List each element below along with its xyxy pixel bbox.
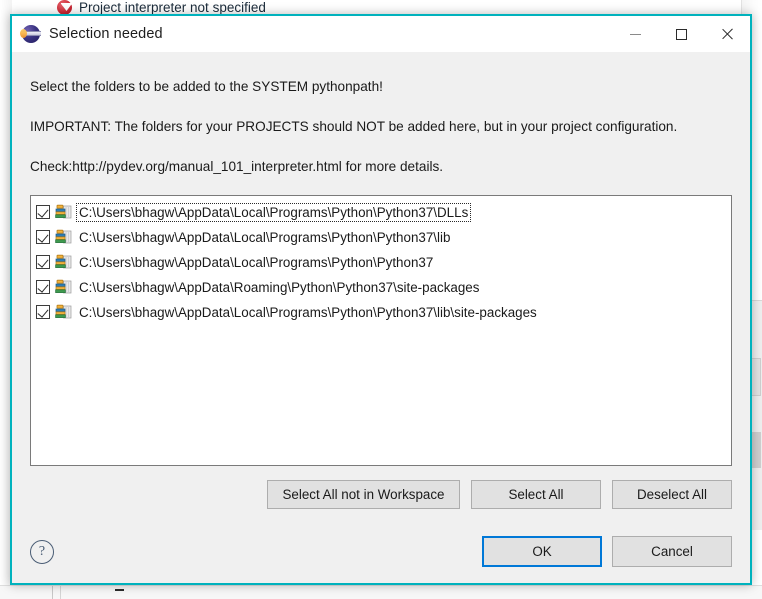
cancel-button[interactable]: Cancel <box>612 536 732 567</box>
folder-path-label: C:\Users\bhagw\AppData\Local\Programs\Py… <box>79 254 434 270</box>
folder-path-label: C:\Users\bhagw\AppData\Roaming\Python\Py… <box>79 279 480 295</box>
library-folder-icon <box>55 229 72 245</box>
message-line-3: Check:http://pydev.org/manual_101_interp… <box>30 158 444 174</box>
list-item[interactable]: C:\Users\bhagw\AppData\Local\Programs\Py… <box>36 250 729 275</box>
maximize-button[interactable] <box>658 16 704 52</box>
folder-checkbox[interactable] <box>36 305 50 320</box>
close-icon <box>720 27 734 41</box>
list-item[interactable]: C:\Users\bhagw\AppData\Local\Programs\Py… <box>36 200 729 225</box>
list-item[interactable]: C:\Users\bhagw\AppData\Roaming\Python\Py… <box>36 275 729 300</box>
folder-list[interactable]: C:\Users\bhagw\AppData\Local\Programs\Py… <box>30 194 732 466</box>
background-error-message: Project interpreter not specified <box>57 0 266 15</box>
background-bottom-divider-2 <box>60 586 61 599</box>
background-bottom-marker <box>115 589 124 591</box>
library-folder-icon <box>55 279 72 295</box>
list-item[interactable]: C:\Users\bhagw\AppData\Local\Programs\Py… <box>36 300 729 325</box>
dialog-title: Selection needed <box>49 26 163 42</box>
folder-path-label: C:\Users\bhagw\AppData\Local\Programs\Py… <box>79 229 451 245</box>
folder-checkbox[interactable] <box>36 280 50 295</box>
minimize-icon <box>629 33 641 35</box>
window-controls <box>612 16 750 52</box>
select-all-button[interactable]: Select All <box>471 479 601 509</box>
library-folder-icon <box>55 254 72 270</box>
select-all-not-in-workspace-button[interactable]: Select All not in Workspace <box>267 479 460 509</box>
error-circle-icon <box>57 0 72 15</box>
folder-checkbox[interactable] <box>36 205 50 220</box>
dialog-footer: ? OK Cancel <box>30 536 732 583</box>
background-error-label: Project interpreter not specified <box>79 0 266 15</box>
ok-button[interactable]: OK <box>482 536 602 567</box>
library-folder-icon <box>55 304 72 320</box>
selection-needed-dialog: Selection needed Select the folders to b… <box>10 14 752 585</box>
folder-checkbox[interactable] <box>36 230 50 245</box>
background-bottom-divider <box>52 586 53 599</box>
folder-checkbox[interactable] <box>36 255 50 270</box>
deselect-all-button[interactable]: Deselect All <box>612 479 732 509</box>
dialog-titlebar: Selection needed <box>12 16 750 52</box>
message-line-2: IMPORTANT: The folders for your PROJECTS… <box>30 118 678 134</box>
close-button[interactable] <box>704 16 750 52</box>
minimize-button[interactable] <box>612 16 658 52</box>
folder-path-label: C:\Users\bhagw\AppData\Local\Programs\Py… <box>75 202 472 222</box>
selection-button-row: Select All not in Workspace Select All D… <box>30 479 732 509</box>
dialog-body: Select the folders to be added to the SY… <box>12 52 750 583</box>
eclipse-sphere-icon <box>20 25 41 43</box>
folder-path-label: C:\Users\bhagw\AppData\Local\Programs\Py… <box>79 304 537 320</box>
maximize-icon <box>675 28 687 40</box>
footer-button-group: OK Cancel <box>482 536 732 567</box>
help-icon[interactable]: ? <box>30 539 54 564</box>
library-folder-icon <box>55 204 72 220</box>
message-line-1: Select the folders to be added to the SY… <box>30 79 383 94</box>
list-item[interactable]: C:\Users\bhagw\AppData\Local\Programs\Py… <box>36 225 729 250</box>
background-bottom-panel <box>0 585 762 599</box>
